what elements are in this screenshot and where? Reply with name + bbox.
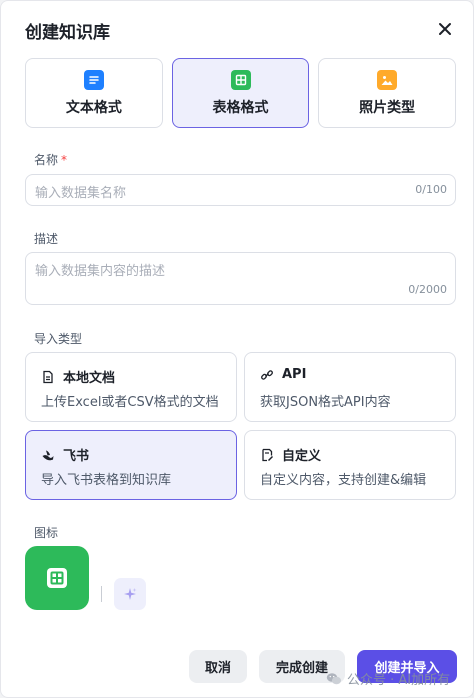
format-option-image[interactable]: 照片类型: [318, 58, 457, 128]
divider: [101, 586, 102, 602]
format-option-label: 文本格式: [65, 99, 122, 116]
link-icon: [261, 369, 273, 380]
format-option-label: 表格格式: [212, 99, 269, 116]
import-type-label: 导入类型: [34, 332, 83, 346]
table-icon: [47, 568, 67, 588]
name-input[interactable]: 输入数据集名称 0/100: [25, 174, 456, 206]
edit-icon: [262, 448, 274, 461]
import-option-desc: 获取JSON格式API内容: [260, 395, 391, 410]
import-option-desc: 上传Excel或者CSV格式的文档: [41, 395, 219, 410]
import-option-title: 飞书: [63, 449, 90, 464]
required-mark: *: [61, 153, 68, 167]
description-label: 描述: [34, 232, 59, 246]
knowledge-base-avatar[interactable]: [25, 546, 89, 610]
cancel-button[interactable]: 取消: [189, 650, 247, 683]
import-option-api[interactable]: API 获取JSON格式API内容: [244, 352, 456, 422]
table-icon: [230, 69, 251, 90]
description-placeholder: 输入数据集内容的描述: [35, 264, 166, 279]
description-char-counter: 0/2000: [408, 283, 447, 296]
close-icon[interactable]: [435, 19, 455, 39]
import-option-title: 本地文档: [63, 371, 116, 386]
import-option-desc: 自定义内容，支持创建&编辑: [260, 473, 427, 488]
sparkle-icon: [124, 588, 137, 600]
wechat-icon: [326, 672, 342, 684]
name-label-text: 名称: [34, 153, 59, 167]
import-option-local[interactable]: 本地文档 上传Excel或者CSV格式的文档: [25, 352, 237, 422]
format-selector: 文本格式 表格格式 照片类型: [25, 58, 457, 128]
description-textarea[interactable]: 输入数据集内容的描述 0/2000: [25, 252, 456, 305]
import-option-title: 自定义: [282, 449, 322, 464]
import-option-custom[interactable]: 自定义 自定义内容，支持创建&编辑: [244, 430, 456, 500]
document-icon: [83, 69, 104, 90]
name-char-counter: 0/100: [415, 183, 447, 196]
image-icon: [377, 69, 398, 90]
name-label: 名称 *: [34, 151, 67, 168]
import-option-feishu[interactable]: 飞书 导入飞书表格到知识库: [25, 430, 237, 500]
name-placeholder: 输入数据集名称: [35, 186, 127, 201]
import-option-title: API: [282, 367, 307, 382]
format-option-table[interactable]: 表格格式: [171, 58, 310, 128]
format-option-label: 照片类型: [359, 99, 416, 116]
watermark: 公众号 · AI加所有: [326, 669, 450, 688]
file-icon: [43, 370, 53, 383]
generate-icon-button[interactable]: [114, 578, 146, 610]
feishu-icon: [42, 450, 54, 460]
dialog-title: 创建知识库: [25, 23, 110, 43]
create-knowledge-base-dialog: 创建知识库 文本格式 表格格式 照片类型 名称 * 输入数据集名称 0/100 …: [0, 0, 474, 698]
import-option-desc: 导入飞书表格到知识库: [41, 473, 172, 488]
format-option-text[interactable]: 文本格式: [25, 58, 163, 128]
watermark-text: 公众号 · AI加所有: [347, 673, 451, 688]
icon-label: 图标: [34, 526, 59, 540]
